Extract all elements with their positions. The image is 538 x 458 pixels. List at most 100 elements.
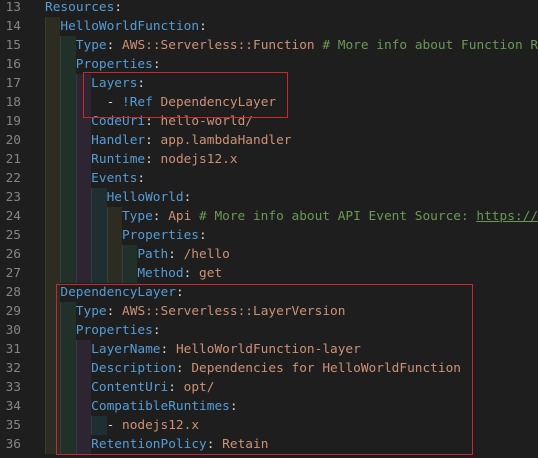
line-number: 13 bbox=[5, 0, 21, 15]
code-line[interactable]: 20 Handler: app.lambdaHandler bbox=[0, 131, 538, 150]
code-line[interactable]: 23 HelloWorld: bbox=[0, 188, 538, 207]
indent-guide bbox=[60, 93, 76, 112]
code-line[interactable]: 19 CodeUri: hello-world/ bbox=[0, 112, 538, 131]
code-line[interactable]: 18 - !Ref DependencyLayer bbox=[0, 93, 538, 112]
indent-guide bbox=[45, 340, 61, 359]
yaml-key: Description bbox=[91, 361, 176, 376]
line-number: 35 bbox=[5, 418, 21, 433]
yaml-key: Handler bbox=[91, 133, 146, 148]
line-number: 26 bbox=[5, 247, 21, 262]
line-number: 32 bbox=[5, 361, 21, 376]
punctuation: : bbox=[160, 342, 176, 357]
line-number: 33 bbox=[5, 380, 21, 395]
yaml-key: Events bbox=[91, 171, 138, 186]
punctuation: : bbox=[229, 399, 238, 414]
code-line[interactable]: 15 Type: AWS::Serverless::Function # More… bbox=[0, 36, 538, 55]
yaml-key: Properties bbox=[75, 323, 153, 338]
punctuation: : bbox=[114, 0, 123, 15]
line-content: Properties: bbox=[45, 226, 207, 245]
punctuation: : bbox=[175, 361, 192, 376]
indent-guide bbox=[60, 264, 76, 283]
punctuation bbox=[153, 93, 161, 112]
punctuation: - bbox=[91, 95, 122, 110]
yaml-value: app.lambdaHandler bbox=[160, 133, 292, 148]
line-number: 14 bbox=[5, 19, 21, 34]
indent-guide bbox=[75, 169, 92, 188]
line-number: 36 bbox=[5, 437, 21, 452]
indent-guide bbox=[75, 150, 92, 169]
line-content: Runtime: nodejs12.x bbox=[45, 150, 238, 169]
punctuation: : bbox=[168, 380, 184, 395]
line-number: 18 bbox=[5, 95, 21, 110]
code-line[interactable]: 21 Runtime: nodejs12.x bbox=[0, 150, 538, 169]
indent-guide bbox=[60, 416, 76, 435]
indent-guide bbox=[75, 359, 92, 378]
indent-guide bbox=[106, 245, 122, 264]
indent-guide bbox=[60, 112, 76, 131]
code-line[interactable]: 35 - nodejs12.x bbox=[0, 416, 538, 435]
indent-guide bbox=[91, 264, 107, 283]
indent-guide bbox=[60, 359, 76, 378]
comment: # More info about Function R bbox=[314, 38, 538, 53]
indent-guide bbox=[75, 378, 92, 397]
indent-guide bbox=[45, 17, 61, 36]
code-line[interactable]: 27 Method: get bbox=[0, 264, 538, 283]
yaml-value: HelloWorldFunction-layer bbox=[175, 342, 361, 357]
code-line[interactable]: 13 Resources: bbox=[0, 0, 538, 17]
line-number: 29 bbox=[5, 304, 21, 319]
indent-guide bbox=[60, 245, 76, 264]
code-line[interactable]: 26 Path: /hello bbox=[0, 245, 538, 264]
code-line[interactable]: 33 ContentUri: opt/ bbox=[0, 378, 538, 397]
punctuation: : bbox=[137, 76, 146, 91]
line-content: Description: Dependencies for HelloWorld… bbox=[45, 359, 461, 378]
yaml-value: Retain bbox=[222, 437, 269, 452]
indent-guide bbox=[60, 55, 76, 74]
indent-guide bbox=[45, 131, 61, 150]
indent-guide bbox=[45, 112, 61, 131]
yaml-key: !Ref bbox=[122, 95, 153, 110]
indent-guide bbox=[60, 397, 76, 416]
indent-guide bbox=[60, 188, 76, 207]
indent-guide bbox=[60, 169, 76, 188]
line-number: 31 bbox=[5, 342, 21, 357]
yaml-value: AWS::Serverless::LayerVersion bbox=[122, 304, 346, 319]
indent-guide bbox=[121, 245, 138, 264]
indent-guide bbox=[60, 74, 76, 93]
indent-guide bbox=[75, 416, 92, 435]
line-number: 27 bbox=[5, 266, 21, 281]
line-number: 17 bbox=[5, 76, 21, 91]
punctuation: : bbox=[106, 304, 123, 319]
yaml-key: RetentionPolicy bbox=[91, 437, 207, 452]
code-line[interactable]: 24 Type: Api # More info about API Event … bbox=[0, 207, 538, 226]
code-line[interactable]: 17 Layers: bbox=[0, 74, 538, 93]
code-line[interactable]: 22 Events: bbox=[0, 169, 538, 188]
line-content: - nodejs12.x bbox=[45, 416, 199, 435]
code-line[interactable]: 32 Description: Dependencies for HelloWor… bbox=[0, 359, 538, 378]
indent-guide bbox=[45, 283, 61, 302]
indent-guide bbox=[91, 416, 107, 435]
punctuation: : bbox=[199, 19, 207, 34]
punctuation: : bbox=[152, 323, 161, 338]
code-line[interactable]: 16 Properties: bbox=[0, 55, 538, 74]
line-content: HelloWorld: bbox=[45, 188, 191, 207]
code-line[interactable]: 34 CompatibleRuntimes: bbox=[0, 397, 538, 416]
indent-guide bbox=[60, 36, 76, 55]
line-content: Type: Api # More info about API Event So… bbox=[45, 207, 538, 226]
code-line[interactable]: 36 RetentionPolicy: Retain bbox=[0, 435, 538, 454]
code-line[interactable]: 25 Properties: bbox=[0, 226, 538, 245]
line-number: 28 bbox=[5, 285, 21, 300]
indent-guide bbox=[45, 321, 61, 340]
punctuation: : bbox=[145, 133, 161, 148]
line-content: HelloWorldFunction: bbox=[45, 17, 207, 36]
code-line[interactable]: 14 HelloWorldFunction: bbox=[0, 17, 538, 36]
indent-guide bbox=[45, 416, 61, 435]
punctuation: : bbox=[106, 38, 123, 53]
code-line[interactable]: 30 Properties: bbox=[0, 321, 538, 340]
code-line[interactable]: 31 LayerName: HelloWorldFunction-layer bbox=[0, 340, 538, 359]
code-editor[interactable]: 13 Resources: 14 HelloWorldFunction: 15 Type:… bbox=[0, 0, 538, 454]
punctuation: : bbox=[206, 437, 223, 452]
comment[interactable]: https:// bbox=[476, 207, 538, 226]
code-line[interactable]: 29 Type: AWS::Serverless::LayerVersion bbox=[0, 302, 538, 321]
line-content: Resources: bbox=[45, 0, 122, 17]
code-line[interactable]: 28 DependencyLayer: bbox=[0, 283, 538, 302]
